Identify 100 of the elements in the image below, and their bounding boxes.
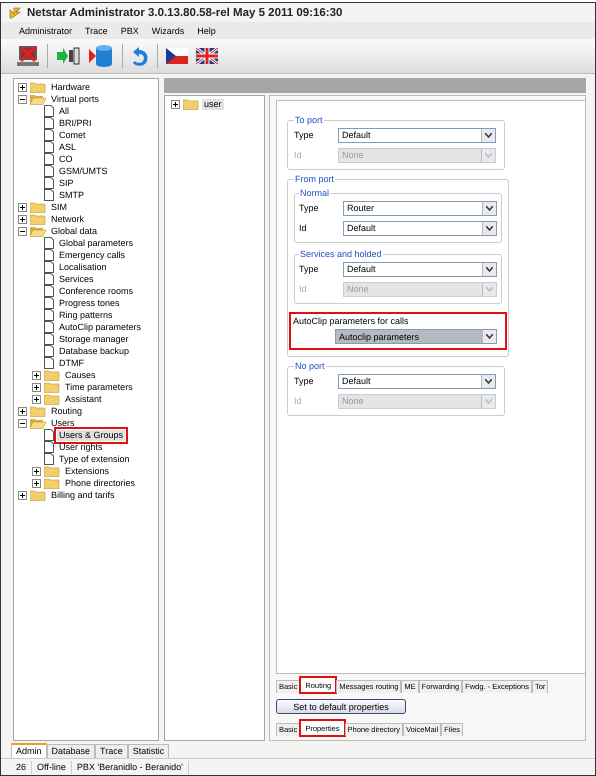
document-icon [44, 237, 54, 249]
database-icon[interactable] [88, 43, 114, 69]
expander-icon[interactable] [18, 226, 27, 236]
tree-item[interactable]: Emergency calls [57, 250, 128, 260]
tree-item[interactable]: AutoClip parameters [57, 322, 144, 332]
tree-item[interactable]: Assistant [63, 394, 104, 404]
field-label: Type [294, 376, 315, 386]
undo-arrow-icon[interactable] [131, 45, 149, 67]
tree-item[interactable]: User rights [57, 442, 105, 452]
tree-item[interactable]: Progress tones [57, 298, 122, 308]
menu-item[interactable]: Trace [81, 26, 117, 36]
tab[interactable]: Database [46, 744, 96, 758]
folder-icon [183, 98, 199, 110]
tree-item[interactable]: Database backup [57, 346, 132, 356]
document-icon [44, 153, 54, 165]
tree-item[interactable]: SMTP [57, 190, 86, 200]
menu-item[interactable]: Administrator [15, 26, 82, 36]
document-icon [44, 429, 54, 441]
expander-icon[interactable] [18, 406, 27, 416]
chevron-down-icon [486, 206, 493, 210]
tree-item[interactable]: Routing [49, 406, 84, 416]
tree-item[interactable]: BRI/PRI [57, 118, 94, 128]
expander-icon[interactable] [18, 418, 27, 428]
group-title: Services and holded [299, 249, 383, 259]
tree-item[interactable]: GSM/UMTS [57, 166, 110, 176]
tree-item[interactable]: Storage manager [57, 334, 131, 344]
tree-item[interactable]: SIM [49, 202, 70, 212]
tree-item[interactable]: Network [49, 214, 86, 224]
window-title: Netstar Administrator 3.0.13.80.58-rel May 5 2011 09:16:30 [27, 6, 342, 18]
document-icon [44, 129, 54, 141]
chevron-down-icon [485, 378, 492, 384]
dropdown[interactable]: Router [343, 200, 497, 216]
tree-item[interactable]: Virtual ports [49, 94, 101, 104]
folder-icon [30, 82, 46, 92]
expander-icon[interactable] [171, 100, 180, 108]
document-icon [44, 117, 54, 129]
field-label: Type [299, 203, 320, 213]
plug-icon[interactable] [56, 46, 80, 66]
tree-item[interactable]: Global parameters [57, 238, 136, 248]
folder-icon [30, 202, 46, 212]
expander-icon[interactable] [18, 490, 27, 500]
tree-item[interactable]: Billing and tarifs [49, 490, 117, 500]
uk-flag-icon[interactable] [196, 48, 218, 64]
dropdown[interactable]: Default [338, 374, 496, 388]
folder-icon [30, 214, 46, 224]
tree-item[interactable]: user [202, 98, 224, 110]
dropdown[interactable]: Default [343, 262, 497, 276]
tree-item[interactable]: Causes [63, 370, 98, 380]
field-label: Id [299, 284, 308, 294]
tab[interactable]: Admin [11, 743, 47, 758]
document-icon [44, 165, 54, 177]
tree-item[interactable]: All [57, 106, 72, 116]
tree-item[interactable]: Hardware [49, 82, 92, 92]
expander-icon[interactable] [18, 94, 27, 104]
folder-icon [44, 382, 60, 392]
monitor-x-icon[interactable] [17, 44, 39, 68]
chevron-down-icon [486, 286, 493, 292]
document-icon [44, 141, 54, 153]
dropdown[interactable]: Autoclip parameters [335, 329, 497, 344]
tree-item[interactable]: Services [57, 274, 96, 284]
dropdown[interactable]: Default [343, 220, 497, 236]
tree-item[interactable]: Extensions [63, 466, 112, 476]
tree-item[interactable]: Users [49, 418, 77, 428]
czech-flag-icon[interactable] [166, 48, 188, 64]
menu-item[interactable]: Wizards [148, 26, 194, 36]
chevron-down-icon [485, 132, 492, 138]
tree-item[interactable]: Global data [49, 226, 100, 236]
tab[interactable]: Trace [95, 744, 128, 758]
expander-icon[interactable] [32, 478, 41, 488]
expander-icon[interactable] [18, 214, 27, 224]
tree-item[interactable]: Localisation [57, 262, 109, 272]
tree-item[interactable]: Conference rooms [57, 286, 136, 296]
menu-item[interactable]: Help [193, 26, 225, 36]
field-label: Id [294, 150, 303, 160]
tree-item[interactable]: Type of extension [57, 454, 132, 464]
expander-icon[interactable] [32, 382, 41, 392]
tree-item[interactable]: Ring patterns [57, 310, 115, 320]
expander-icon[interactable] [18, 82, 27, 92]
status-text: Off-line [32, 760, 72, 774]
tree-item[interactable]: DTMF [57, 358, 86, 368]
tab[interactable]: Statistic [128, 744, 170, 758]
tree-item[interactable]: Comet [57, 130, 88, 140]
set-default-button[interactable]: Set to default properties [276, 699, 406, 714]
document-icon [44, 261, 54, 273]
group-title: To port [294, 115, 324, 125]
document-icon [44, 309, 54, 321]
tree-item[interactable]: CO [57, 154, 74, 164]
tree-item[interactable]: ASL [57, 142, 78, 152]
menu-item[interactable]: PBX [116, 26, 148, 36]
tree-item[interactable]: Time parameters [63, 382, 135, 392]
expander-icon[interactable] [32, 370, 41, 380]
expander-icon[interactable] [18, 202, 27, 212]
expander-icon[interactable] [32, 466, 41, 476]
tree-item[interactable]: Users & Groups [57, 430, 126, 440]
tree-item[interactable]: Phone directories [63, 478, 138, 488]
expander-icon[interactable] [32, 394, 41, 404]
dropdown[interactable]: Default [338, 128, 496, 142]
tree-item[interactable]: SIP [57, 178, 76, 188]
folder-icon [44, 478, 60, 488]
document-icon [44, 273, 54, 285]
